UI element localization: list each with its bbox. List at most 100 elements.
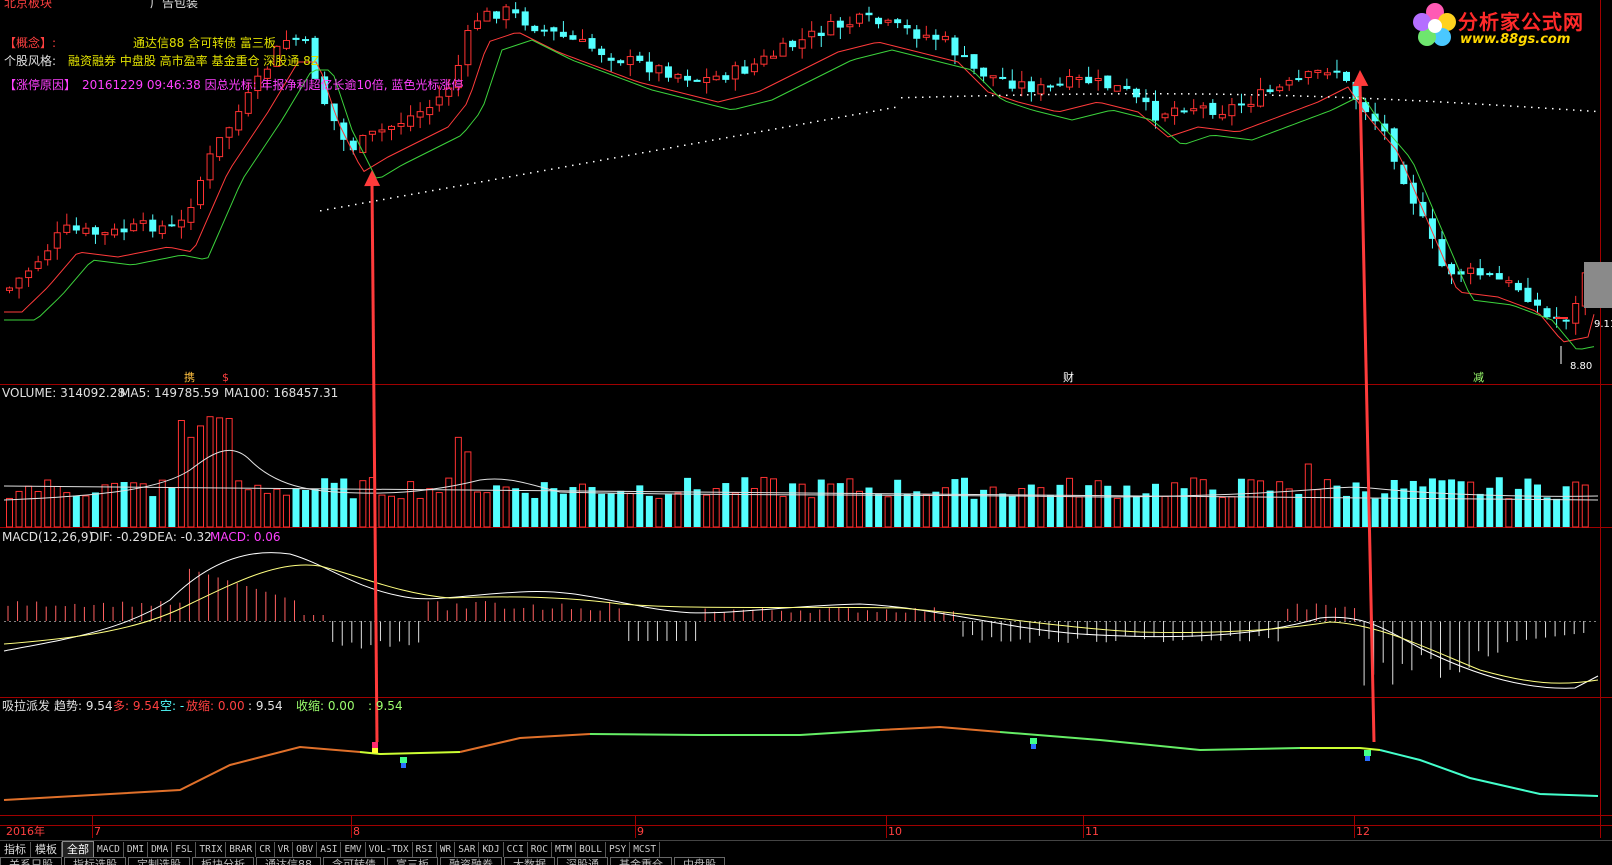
bottom-tab-7[interactable]: 融资融券	[440, 857, 502, 865]
ma-long-dot	[432, 189, 434, 192]
ma-long-dot	[656, 149, 658, 151]
candle-body	[34, 261, 42, 269]
volume-bar	[1180, 488, 1188, 527]
indicator-button-kdj[interactable]: KDJ	[479, 842, 504, 857]
indicator-button-emv[interactable]: EMV	[341, 842, 366, 857]
tab-indicator[interactable]: 指标	[0, 842, 31, 857]
ma-long-dot	[1517, 105, 1519, 108]
ma-long-dot	[1419, 100, 1421, 102]
candle-body	[388, 125, 395, 130]
indicator-button-cci[interactable]: CCI	[504, 842, 528, 857]
volume-bar	[1534, 484, 1541, 527]
volume-bar	[1228, 496, 1236, 528]
indicator-button-rsi[interactable]: RSI	[413, 842, 437, 857]
indicator-button-fsl[interactable]: FSL	[172, 842, 197, 857]
indicator-button-vr[interactable]: VR	[275, 842, 294, 857]
chart-canvas[interactable]	[0, 0, 1612, 865]
ma-long-dot	[1468, 102, 1470, 105]
bottom-tab-8[interactable]: 大数据	[504, 857, 555, 865]
volume-bar	[1400, 488, 1408, 527]
candle-body	[1467, 267, 1475, 274]
ma-long-dot	[1020, 94, 1022, 96]
indicator-button-dma[interactable]: DMA	[148, 842, 173, 857]
volume-bar	[827, 483, 835, 528]
indicator-button-macd[interactable]: MACD	[94, 842, 124, 857]
indicator-button-psy[interactable]: PSY	[606, 842, 631, 857]
ma-long-dot	[397, 196, 399, 198]
volume-bar	[416, 497, 424, 528]
ma-long-dot	[607, 158, 609, 160]
volume-bar	[63, 492, 71, 528]
indicator-button-wr[interactable]: WR	[437, 842, 456, 857]
candle-body	[292, 37, 300, 40]
ma-long-dot	[901, 97, 903, 99]
ma-long-dot	[1475, 103, 1477, 105]
stock-chart-window[interactable]: 北京板块 广告包装 【概念】: 通达信88 含可转债 富三板 个股风格: 融资融…	[0, 0, 1612, 865]
volume-bar	[1428, 478, 1436, 527]
candle-body	[340, 122, 348, 140]
volume-bar	[6, 497, 13, 528]
candle-body	[15, 277, 23, 289]
logo-url: www.88gs.com	[1460, 32, 1571, 47]
indicator-button-brar[interactable]: BRAR	[226, 842, 257, 857]
candle-body	[664, 66, 672, 78]
ma-long-dot	[439, 188, 441, 191]
candle-body	[980, 67, 988, 77]
candle-body	[63, 224, 71, 233]
candle-body	[817, 32, 825, 37]
indicator-button-trix[interactable]: TRIX	[196, 842, 227, 857]
candle-body	[1438, 239, 1446, 267]
volume-bar	[1046, 494, 1054, 527]
indicator-button-cr[interactable]: CR	[256, 842, 275, 857]
marker-dollar: $	[222, 371, 229, 384]
bottom-tab-3[interactable]: 板块分析	[192, 857, 254, 865]
bottom-tab-2[interactable]: 定制选股	[128, 857, 190, 865]
bottom-tab-1[interactable]: 指标选股	[64, 857, 126, 865]
candle-body	[1123, 85, 1131, 89]
volume-bar	[1524, 478, 1532, 527]
tab-all[interactable]: 全部	[62, 841, 94, 858]
volume-bar	[559, 493, 567, 527]
indicator-button-mcst[interactable]: MCST	[630, 842, 661, 857]
candle-body	[225, 127, 233, 138]
indicator-button-dmi[interactable]: DMI	[124, 842, 149, 857]
candle-body	[808, 30, 816, 38]
bottom-tab-6[interactable]: 富三板	[387, 857, 438, 865]
indicator-button-mtm[interactable]: MTM	[552, 842, 577, 857]
candle-body	[722, 75, 730, 80]
ma-long-dot	[663, 148, 665, 150]
bottom-tab-0[interactable]: 关系只股	[0, 857, 62, 865]
candle-body	[407, 115, 415, 127]
candle-body	[559, 31, 567, 37]
indicator-button-sar[interactable]: SAR	[455, 842, 480, 857]
bottom-tab-11[interactable]: 中盘股	[674, 857, 725, 865]
ma-long-dot	[1027, 94, 1029, 96]
ma-long-dot	[1440, 101, 1442, 103]
bottom-tab-10[interactable]: 基金重仓	[610, 857, 672, 865]
candle-body	[1180, 110, 1188, 113]
volume-bar	[855, 490, 863, 528]
bottom-tab-9[interactable]: 深股通	[557, 857, 608, 865]
ma-long-dot	[474, 182, 476, 184]
volume-bar	[483, 492, 491, 528]
volume-bar	[349, 498, 357, 527]
indicator-button-roc[interactable]: ROC	[528, 842, 552, 857]
ma-long-dot	[817, 120, 819, 122]
ma-long-dot	[1153, 93, 1155, 95]
candle-body	[101, 232, 109, 236]
ma-long-dot	[600, 159, 602, 162]
indicator-button-asi[interactable]: ASI	[317, 842, 342, 857]
indicator-button-boll[interactable]: BOLL	[576, 842, 607, 857]
price-scroll-thumb[interactable]	[1584, 262, 1612, 308]
bottom-tab-4[interactable]: 通达信88	[256, 857, 321, 865]
volume-bar	[321, 478, 329, 527]
ma-long-dot	[691, 143, 693, 145]
tab-template[interactable]: 模板	[31, 842, 62, 857]
bottom-tab-5[interactable]: 含可转债	[323, 857, 385, 865]
indicator-button-obv[interactable]: OBV	[293, 842, 318, 857]
indicator-button-vol-tdx[interactable]: VOL-TDX	[366, 842, 413, 857]
volume-bar	[1123, 485, 1131, 527]
annotation-arrow-left	[370, 183, 379, 743]
volume-bar	[206, 416, 214, 528]
ma-long-dot	[1531, 106, 1533, 109]
